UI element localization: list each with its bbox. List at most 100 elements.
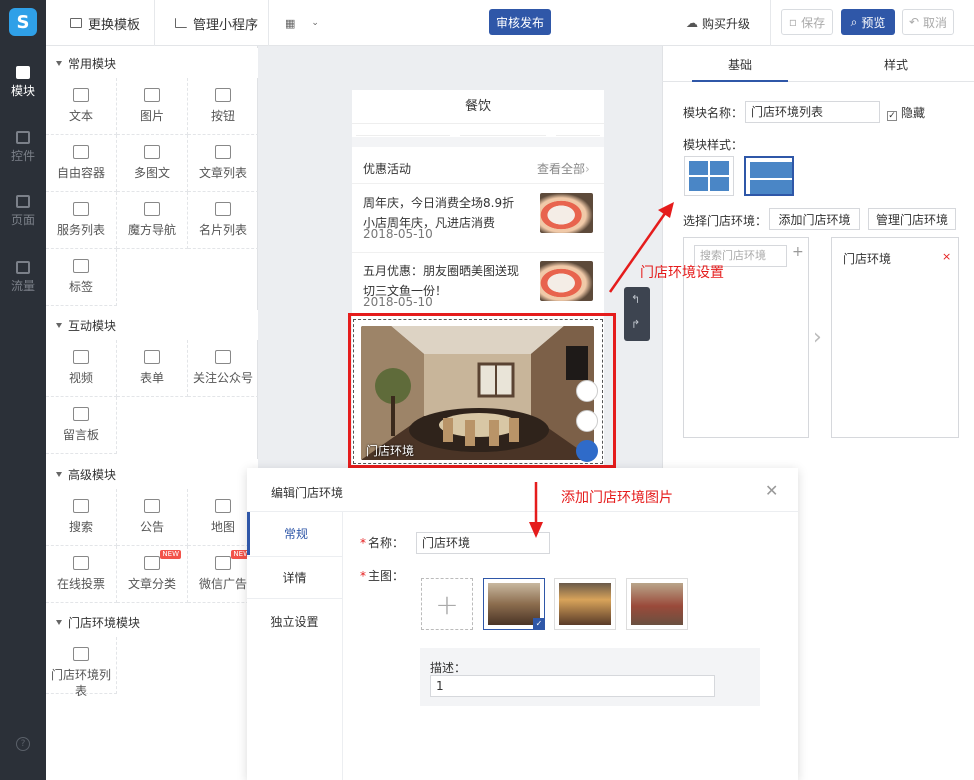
preview-button[interactable]: ⌕ 预览 xyxy=(841,9,895,35)
description-input[interactable]: 1 xyxy=(430,675,715,697)
required-mark: * xyxy=(360,536,366,550)
module-item[interactable]: 标签 xyxy=(46,249,117,306)
news-item[interactable]: 周年庆，今日消费全场8.9折 小店周年庆，凡进店消费 2018-05-10 xyxy=(352,185,604,253)
module-item[interactable]: 表单 xyxy=(117,340,188,397)
module-item[interactable]: 关注公众号 xyxy=(188,340,259,397)
dialog-tab-details[interactable]: 详情 xyxy=(247,556,342,599)
module-item[interactable]: 文本 xyxy=(46,78,117,135)
chevron-right-icon[interactable]: › xyxy=(813,325,822,350)
tab-basic[interactable]: 基础 xyxy=(692,46,788,82)
module-label: 关注公众号 xyxy=(192,371,253,385)
module-section-header[interactable]: 常用模块 xyxy=(46,48,258,78)
module-item[interactable]: 公告 xyxy=(117,489,188,546)
module-item[interactable]: 视频 xyxy=(46,340,117,397)
nav-item-widget[interactable]: 控件 xyxy=(0,131,46,181)
selected-env-item[interactable]: 门店环境 xyxy=(843,250,891,267)
manage-miniprogram-button[interactable]: 管理小程序 xyxy=(175,0,258,46)
module-label: 公告 xyxy=(139,520,164,534)
chevron-down-icon: ⌄ xyxy=(311,18,319,28)
add-env-button[interactable]: 添加门店环境 xyxy=(769,208,860,230)
module-item[interactable]: 名片列表 xyxy=(188,192,259,249)
cancel-button[interactable]: ↶ 取消 xyxy=(902,9,954,35)
module-item[interactable]: 服务列表 xyxy=(46,192,117,249)
module-section-header[interactable]: 门店环境模块 xyxy=(46,607,258,637)
promo-more-link[interactable]: 查看全部› xyxy=(537,160,590,177)
thumbnail-picture xyxy=(559,583,611,625)
change-template-button[interactable]: 更换模板 xyxy=(70,0,140,46)
module-item[interactable]: 魔方导航 xyxy=(117,192,188,249)
add-icon[interactable]: + xyxy=(792,244,804,260)
module-item[interactable]: 留言板 xyxy=(46,397,117,454)
thumbnail-picture xyxy=(631,583,683,625)
hide-checkbox[interactable]: ✓ 隐藏 xyxy=(887,104,925,121)
module-label: 标签 xyxy=(68,280,93,294)
chart-icon xyxy=(175,18,187,28)
module-section-header[interactable]: 高级模块 xyxy=(46,459,258,489)
dialog-tab-independent[interactable]: 独立设置 xyxy=(247,600,342,643)
annotation-arrow-settings xyxy=(608,202,674,293)
buy-upgrade-button[interactable]: ☁ 购买升级 xyxy=(686,0,750,46)
publish-button[interactable]: 审核发布 xyxy=(489,9,551,35)
buy-upgrade-label: 购买升级 xyxy=(702,16,751,31)
annotation-add-image: 添加门店环境图片 xyxy=(561,490,673,506)
list-layout-icon xyxy=(750,162,792,194)
dialog-title: 编辑门店环境 xyxy=(271,486,344,500)
app-logo[interactable]: S xyxy=(9,8,37,36)
module-item[interactable]: 按钮 xyxy=(188,78,259,135)
module-label: 服务列表 xyxy=(56,223,105,237)
nav-item-module[interactable]: 模块 xyxy=(0,66,46,116)
save-button[interactable]: ▫ 保存 xyxy=(781,9,833,35)
dialog-tab-general[interactable]: 常规 xyxy=(247,512,342,555)
phone-title: 餐饮 xyxy=(352,90,604,124)
image-thumbnail-selected[interactable]: ✓ xyxy=(483,578,545,630)
add-image-button[interactable]: + xyxy=(421,578,473,630)
remove-icon[interactable]: × xyxy=(942,250,951,263)
module-item[interactable]: 图片 xyxy=(117,78,188,135)
main-image-label-text: 主图： xyxy=(368,569,405,583)
module-item[interactable]: 在线投票 xyxy=(46,546,117,603)
style-option-grid[interactable] xyxy=(684,156,734,196)
module-item[interactable]: 门店环境列表 xyxy=(46,637,117,698)
nav-item-traffic[interactable]: 流量 xyxy=(0,261,46,311)
plus-icon: + xyxy=(435,587,459,621)
active-tab-indicator xyxy=(692,80,788,82)
move-down-icon[interactable]: ↱ xyxy=(631,318,640,331)
module-item[interactable]: 多图文 xyxy=(117,135,188,192)
module-icon xyxy=(73,202,89,216)
grid-menu-button[interactable]: ▦ ⌄ xyxy=(285,0,319,46)
section-title: 常用模块 xyxy=(68,56,117,71)
module-label: 微信广告 xyxy=(198,577,247,591)
module-label: 表单 xyxy=(139,371,164,385)
description-label: 描述： xyxy=(430,661,467,675)
change-template-label: 更换模板 xyxy=(88,17,141,33)
checkbox-icon: ✓ xyxy=(887,111,897,121)
image-thumbnail[interactable] xyxy=(626,578,688,630)
search-icon: ⌕ xyxy=(850,14,858,29)
module-label: 搜索 xyxy=(68,520,93,534)
style-option-list[interactable] xyxy=(744,156,794,196)
chevron-right-icon: › xyxy=(585,162,590,176)
news-thumbnail xyxy=(540,193,593,233)
close-icon[interactable]: ✕ xyxy=(765,481,778,500)
module-label: 门店环境列表 xyxy=(50,668,111,698)
caret-down-icon xyxy=(56,471,62,477)
traffic-icon xyxy=(16,261,30,274)
nav-item-page[interactable]: 页面 xyxy=(0,195,46,245)
module-item[interactable]: 文章分类 NEW xyxy=(117,546,188,603)
module-item[interactable]: 自由容器 xyxy=(46,135,117,192)
tab-style[interactable]: 样式 xyxy=(848,46,944,82)
module-icon xyxy=(73,647,89,661)
module-section-header[interactable]: 互动模块 xyxy=(46,310,258,340)
module-style-label: 模块样式： xyxy=(683,138,744,152)
module-label: 在线投票 xyxy=(56,577,105,591)
module-item[interactable]: 搜索 xyxy=(46,489,117,546)
image-thumbnail[interactable] xyxy=(554,578,616,630)
news-item[interactable]: 五月优惠：朋友圈晒美图送现切三文鱼一份！ 2018-05-10 xyxy=(352,253,604,321)
help-icon[interactable]: ? xyxy=(16,737,30,751)
manage-env-button[interactable]: 管理门店环境 xyxy=(868,208,956,230)
new-badge: NEW xyxy=(160,550,181,559)
required-mark: * xyxy=(360,569,366,583)
module-name-input[interactable]: 门店环境列表 xyxy=(745,101,880,123)
section-title: 门店环境模块 xyxy=(68,615,141,630)
module-item[interactable]: 文章列表 xyxy=(188,135,259,192)
